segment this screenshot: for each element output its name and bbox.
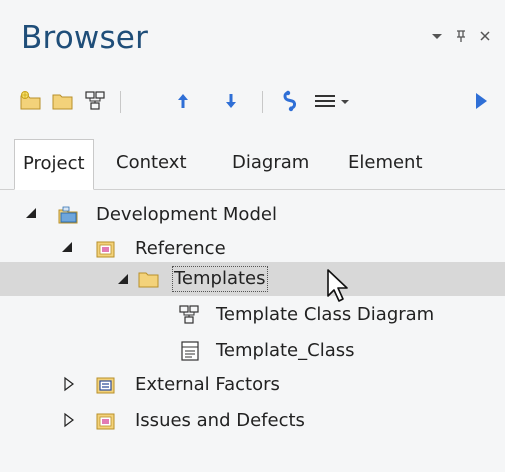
pin-icon[interactable] — [452, 28, 470, 48]
run-icon[interactable] — [470, 88, 492, 114]
expanded-arrow-icon[interactable] — [60, 240, 76, 258]
browser-tabs: Project Context Diagram Element — [0, 135, 505, 190]
close-icon[interactable] — [476, 28, 494, 48]
collapsed-arrow-icon[interactable] — [62, 412, 78, 430]
tree-item-label: Development Model — [96, 204, 277, 225]
tree-row[interactable]: External Factors — [0, 368, 505, 402]
tab-context[interactable]: Context — [108, 139, 195, 187]
menu-icon[interactable] — [312, 88, 352, 114]
tree-row[interactable]: Development Model — [0, 198, 505, 232]
model-icon — [57, 204, 79, 226]
folder-icon[interactable] — [50, 88, 76, 114]
tree-row[interactable]: Template Class Diagram — [0, 298, 505, 332]
collapsed-arrow-icon[interactable] — [62, 376, 78, 394]
move-down-icon[interactable] — [220, 88, 242, 114]
new-package-icon[interactable] — [18, 88, 44, 114]
tree-row[interactable]: Reference — [0, 232, 505, 266]
mouse-cursor-icon — [325, 268, 355, 308]
package-folder-icon — [137, 268, 159, 290]
tree-item-label: Reference — [135, 238, 226, 259]
tree-item-label: External Factors — [135, 374, 280, 395]
class-icon — [180, 340, 202, 362]
view-icon — [95, 238, 117, 260]
tree-item-label: Template_Class — [216, 340, 355, 361]
view-icon — [95, 410, 117, 432]
expanded-arrow-icon[interactable] — [116, 272, 132, 290]
tree-item-label: Issues and Defects — [135, 410, 305, 431]
tab-project[interactable]: Project — [14, 139, 94, 190]
tab-element[interactable]: Element — [340, 139, 431, 187]
tree-item-label: Templates — [172, 266, 268, 292]
locate-icon[interactable] — [278, 88, 304, 114]
class-diagram-icon — [178, 304, 200, 326]
project-tree: Development Model Reference Templates Te… — [0, 190, 505, 472]
browser-titlebar: Browser — [0, 0, 505, 76]
move-up-icon[interactable] — [172, 88, 194, 114]
diagram-icon[interactable] — [82, 88, 108, 114]
browser-toolbar — [0, 82, 505, 120]
toolbar-separator — [120, 91, 121, 113]
tree-row[interactable]: Issues and Defects — [0, 404, 505, 438]
expanded-arrow-icon[interactable] — [24, 206, 40, 224]
toolbar-separator — [262, 91, 263, 113]
tree-row-selected[interactable]: Templates — [0, 262, 505, 296]
view-blue-icon — [95, 374, 117, 396]
tree-row[interactable]: Template_Class — [0, 334, 505, 368]
tab-diagram[interactable]: Diagram — [224, 139, 317, 187]
window-title: Browser — [21, 20, 149, 56]
dropdown-icon[interactable] — [428, 28, 446, 48]
